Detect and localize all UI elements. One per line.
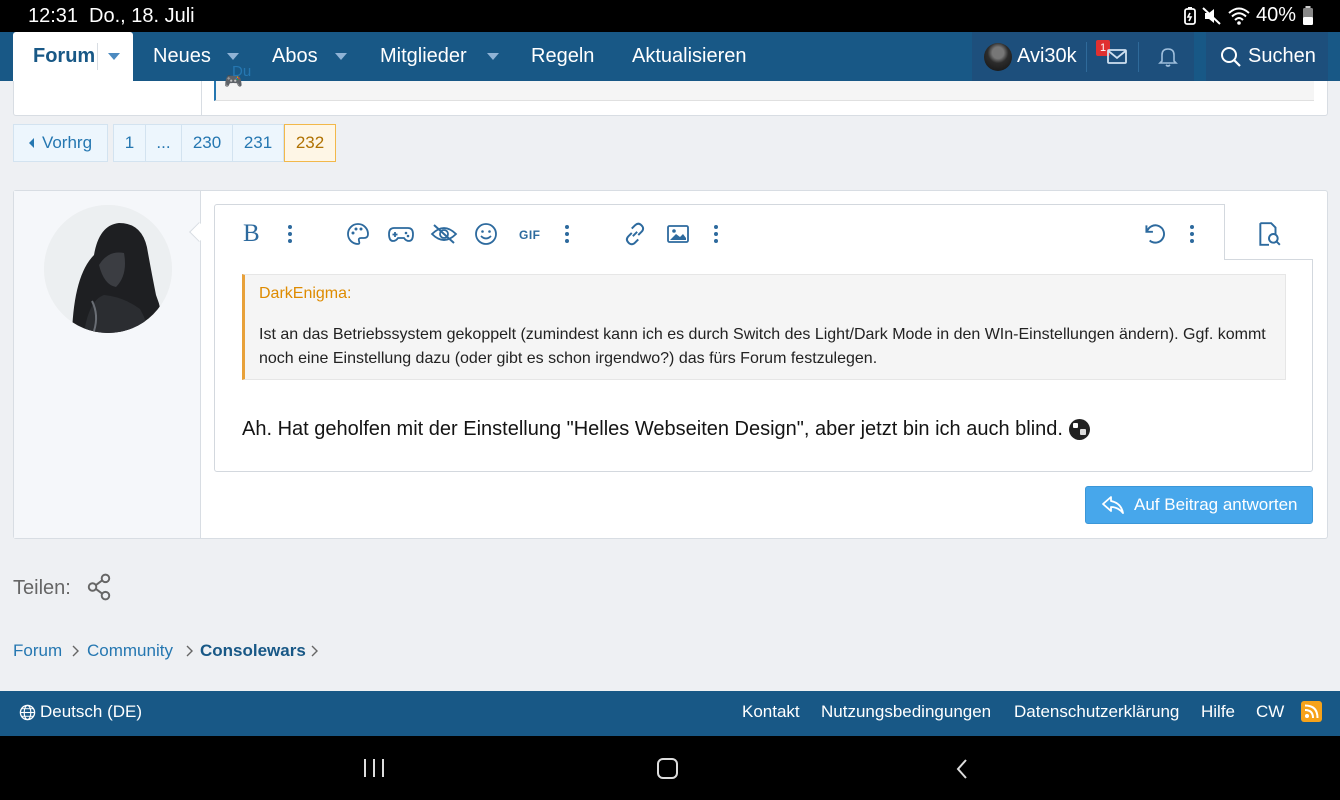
rss-icon[interactable]: [1301, 701, 1322, 722]
language-chooser[interactable]: Deutsch (DE): [19, 702, 142, 722]
chevron-right-icon: [186, 645, 193, 657]
more-text-options-icon[interactable]: [288, 225, 292, 246]
nav-neues[interactable]: Neues: [153, 45, 211, 68]
post-column-divider: [201, 81, 202, 115]
color-palette-icon[interactable]: [346, 220, 370, 248]
abos-dropdown-icon[interactable]: [335, 53, 347, 60]
share-icon[interactable]: [86, 573, 112, 601]
bell-icon[interactable]: [1158, 46, 1178, 68]
page-link[interactable]: 230: [181, 124, 233, 162]
footer-link-help[interactable]: Hilfe: [1201, 702, 1235, 722]
image-icon[interactable]: [666, 220, 690, 248]
footer-link-privacy[interactable]: Datenschutzerklärung: [1014, 702, 1179, 722]
system-nav-bar: [0, 736, 1340, 800]
breadcrumb-forum[interactable]: Forum: [13, 641, 62, 661]
more-editor-options-icon[interactable]: [1190, 225, 1194, 246]
preview-tab[interactable]: [1224, 204, 1313, 260]
previous-post-quote: 🎮 Du: [214, 63, 1314, 101]
footer: Deutsch (DE) Kontakt Nutzungsbedingungen…: [0, 691, 1340, 736]
previous-post: 🎮 Du: [13, 63, 1328, 116]
forum-nav: Forum Neues Abos Mitglieder Regeln Aktua…: [0, 32, 1340, 81]
spoiler-eye-slash-icon[interactable]: [430, 220, 458, 248]
smiley-icon[interactable]: [474, 220, 498, 248]
preview-icon: [1259, 222, 1281, 246]
bold-button[interactable]: B: [243, 220, 260, 248]
mail-icon[interactable]: [1107, 48, 1127, 65]
tab-separator: [97, 43, 98, 70]
status-time: 12:31: [28, 5, 79, 27]
footer-link-cw[interactable]: CW: [1256, 702, 1284, 722]
back-icon[interactable]: [955, 758, 969, 780]
search-icon[interactable]: [1220, 46, 1242, 68]
user-avatar[interactable]: [984, 43, 1012, 71]
more-media-options-icon[interactable]: [714, 225, 718, 246]
breadcrumb-community[interactable]: Community: [87, 641, 173, 661]
chevron-right-icon: [311, 645, 318, 657]
breadcrumb-consolewars[interactable]: Consolewars: [200, 641, 306, 661]
page-link[interactable]: 1: [113, 124, 146, 162]
tab-forum-label: Forum: [33, 45, 96, 67]
pagination-prev-button[interactable]: Vorhrg: [13, 124, 108, 162]
footer-link-kontakt[interactable]: Kontakt: [742, 702, 800, 722]
nav-divider: [1138, 42, 1139, 72]
wifi-icon: [1228, 7, 1250, 25]
tab-forum[interactable]: Forum: [13, 32, 133, 81]
nav-abos[interactable]: Abos: [272, 45, 318, 68]
footer-link-terms[interactable]: Nutzungsbedingungen: [821, 702, 991, 722]
battery-saver-icon: [1184, 6, 1196, 25]
neues-dropdown-icon[interactable]: [227, 53, 239, 60]
page-link[interactable]: 231: [232, 124, 284, 162]
mitglieder-dropdown-icon[interactable]: [487, 53, 499, 60]
smiley-emoji-icon: [1068, 419, 1090, 440]
link-icon[interactable]: [622, 220, 648, 248]
nav-aktualisieren[interactable]: Aktualisieren: [632, 45, 747, 68]
nav-divider: [1086, 42, 1087, 72]
mute-icon: [1202, 6, 1221, 25]
quote-block: DarkEnigma: Ist an das Betriebssystem ge…: [242, 274, 1286, 380]
quote-text: Ist an das Betriebssystem gekoppelt (zum…: [259, 326, 1266, 367]
battery-percent: 40%: [1255, 4, 1296, 26]
page-jump[interactable]: ...: [145, 124, 182, 162]
prev-arrow-icon: [28, 138, 34, 148]
status-bar: 12:31 Do., 18. Juli 40%: [0, 0, 1340, 32]
submit-reply-button[interactable]: Auf Beitrag antworten: [1085, 486, 1313, 524]
globe-icon: [19, 704, 36, 720]
quote-author[interactable]: DarkEnigma:: [259, 285, 351, 303]
battery-icon: [1303, 5, 1313, 25]
gamepad-icon[interactable]: [387, 220, 415, 248]
page-current[interactable]: 232: [284, 124, 336, 162]
status-icons: 40%: [1184, 4, 1314, 27]
username-link[interactable]: Avi30k: [1017, 45, 1077, 68]
nav-mitglieder[interactable]: Mitglieder: [380, 45, 467, 68]
forum-dropdown-icon[interactable]: [108, 53, 120, 60]
editor-message-text[interactable]: Ah. Hat geholfen mit der Einstellung "He…: [242, 418, 1090, 441]
search-label[interactable]: Suchen: [1248, 45, 1316, 68]
home-icon[interactable]: [657, 758, 678, 779]
status-date: Do., 18. Juli: [89, 5, 195, 27]
nav-regeln[interactable]: Regeln: [531, 45, 594, 68]
undo-icon[interactable]: [1141, 220, 1167, 248]
more-insert-options-icon[interactable]: [565, 225, 569, 246]
reply-avatar[interactable]: [44, 205, 172, 333]
share-label: Teilen:: [13, 577, 71, 599]
avatar-image: [44, 205, 172, 333]
recent-apps-icon[interactable]: [364, 759, 384, 777]
chevron-right-icon: [72, 645, 79, 657]
gif-button[interactable]: GIF: [519, 228, 541, 242]
quote-author-link[interactable]: 🎮 Du: [224, 63, 251, 90]
reply-arrow-icon: [1102, 496, 1124, 514]
